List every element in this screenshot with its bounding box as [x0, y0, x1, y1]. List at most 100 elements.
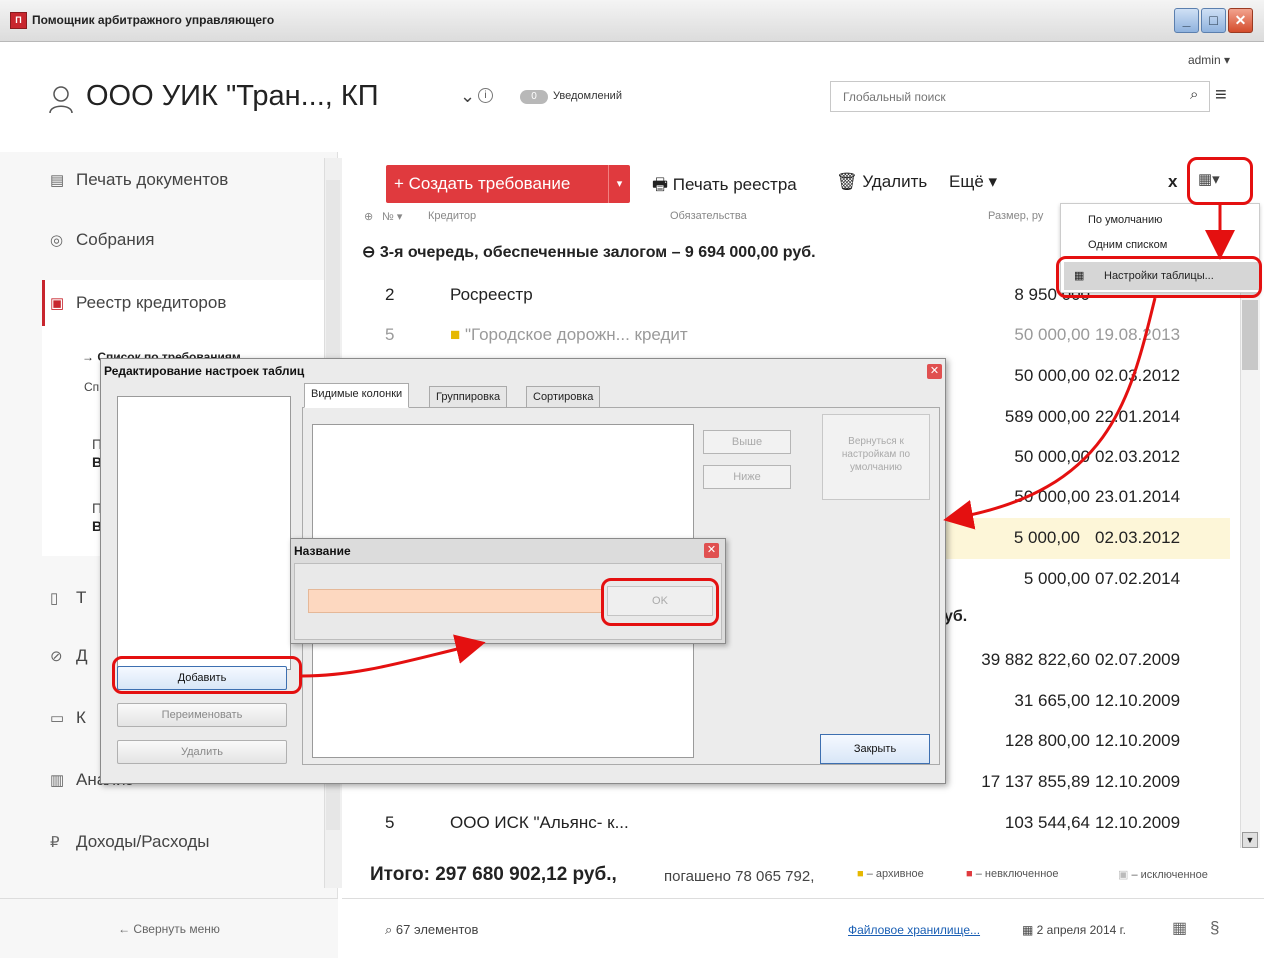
- collapse-group-icon[interactable]: ⊖: [362, 244, 380, 261]
- registry-icon: ▣: [50, 295, 65, 312]
- sidebar-item-label: Реестр кредиторов: [76, 293, 227, 312]
- tab-visible-columns[interactable]: Видимые колонки: [304, 383, 410, 408]
- legend-archive: ■ – архивное: [857, 868, 924, 880]
- cell-amount: 50 000,00: [1014, 447, 1090, 466]
- column-header-creditor[interactable]: Кредитор: [428, 210, 476, 222]
- legend-excluded-label: – исключенное: [1131, 869, 1208, 881]
- chevron-down-icon[interactable]: ⌄: [460, 86, 475, 107]
- notifications-link[interactable]: Уведомлений: [553, 90, 622, 102]
- cell-amount: 50 000,00: [1014, 366, 1090, 385]
- column-header-no[interactable]: № ▾: [382, 210, 402, 223]
- current-date-label: 2 апреля 2014 г.: [1036, 923, 1126, 937]
- group-title: 3-я очередь, обеспеченные залогом – 9 69…: [379, 244, 816, 261]
- cell-no: 5: [385, 813, 395, 832]
- printer-icon: 🖶: [652, 175, 673, 194]
- window-title: Помощник арбитражного управляющего: [32, 13, 275, 27]
- org-title[interactable]: ООО УИК "Тран..., КП: [86, 80, 379, 113]
- move-up-button[interactable]: Выше: [703, 430, 791, 454]
- menu-item-default[interactable]: По умолчанию: [1088, 214, 1162, 226]
- settings-list[interactable]: [117, 396, 291, 670]
- cell-date: 02.03.2012: [1095, 366, 1181, 385]
- sidebar-item-label: Печать документов: [76, 170, 229, 189]
- dialog-close-icon[interactable]: ✕: [927, 364, 942, 379]
- sidebar-item-creditor-registry[interactable]: ▣ Реестр кредиторов: [50, 283, 330, 323]
- rename-button[interactable]: Переименовать: [117, 703, 287, 727]
- not-included-icon: ■: [966, 868, 976, 880]
- legend-archive-label: – архивное: [866, 868, 924, 880]
- create-claim-button[interactable]: + Создать требование ▾: [386, 165, 630, 203]
- excluded-icon: ▣: [1118, 869, 1132, 881]
- search-icon[interactable]: ⌕: [1190, 86, 1198, 103]
- menu-icon[interactable]: ≡: [1215, 84, 1227, 107]
- close-window-button[interactable]: ✕: [1228, 8, 1253, 33]
- cell-date: 19.08.2013: [1095, 325, 1181, 344]
- legend-excluded: ▣ – исключенное: [1118, 868, 1208, 881]
- notification-count-badge[interactable]: 0: [520, 90, 548, 104]
- cell-date: 23.01.2014: [1095, 487, 1181, 506]
- reset-defaults-button[interactable]: Вернуться к настройкам по умолчанию: [822, 414, 930, 500]
- person-icon: [49, 86, 73, 114]
- sidebar-item-label: Д: [76, 646, 88, 665]
- cell-date: 02.07.2009: [1095, 650, 1181, 669]
- sidebar-item-label: Собрания: [76, 230, 155, 249]
- cell-creditor: ООО ИСК "Альянс- к...: [450, 813, 629, 832]
- calendar-icon: ▦: [1022, 923, 1037, 937]
- handshake-icon: ▭: [50, 710, 65, 727]
- export-excel-button[interactable]: x: [1168, 172, 1177, 192]
- minimize-button[interactable]: _: [1174, 8, 1199, 33]
- print-registry-button[interactable]: 🖶 Печать реестра: [652, 172, 797, 201]
- cell-amount: 589 000,00: [1004, 407, 1090, 426]
- move-down-button[interactable]: Ниже: [703, 465, 791, 489]
- file-storage-link[interactable]: Файловое хранилище...: [848, 923, 980, 937]
- delete-setting-button[interactable]: Удалить: [117, 740, 287, 764]
- calculator-icon[interactable]: ▦: [1172, 918, 1187, 938]
- more-button[interactable]: Ещё ▾: [949, 172, 997, 192]
- cell-amount: 39 882 822,60: [981, 650, 1090, 669]
- table-row[interactable]: 5 ООО ИСК "Альянс- к... 103 544,64 12.10.20…: [360, 803, 1240, 844]
- search-icon[interactable]: ⌕: [385, 922, 396, 937]
- sidebar-item-print-documents[interactable]: ▤ Печать документов: [50, 160, 330, 200]
- cell-creditor: Росреестр: [450, 285, 533, 304]
- maximize-button[interactable]: □: [1201, 8, 1226, 33]
- cell-date: 12.10.2009: [1095, 772, 1181, 791]
- tab-sorting[interactable]: Сортировка: [526, 386, 601, 408]
- sidebar-item-income-expenses[interactable]: ₽ Доходы/Расходы: [50, 822, 330, 862]
- tab-grouping[interactable]: Группировка: [429, 386, 508, 408]
- delete-button[interactable]: 🗑 Удалить: [836, 172, 927, 192]
- legend-not-included: ■ – невключенное: [966, 868, 1059, 880]
- close-dialog-button[interactable]: Закрыть: [820, 734, 930, 764]
- submenu-item[interactable]: Сп: [84, 380, 99, 394]
- cell-amount: 31 665,00: [1014, 691, 1090, 710]
- cell-amount: 5 000,00: [1013, 528, 1080, 547]
- delete-label: Удалить: [862, 172, 928, 191]
- cell-no: 5: [385, 325, 395, 344]
- ruble-icon: ₽: [50, 834, 60, 851]
- create-claim-dropdown[interactable]: ▾: [608, 165, 630, 203]
- group-header[interactable]: ⊖ 3-я очередь, обеспеченные залогом – 9 …: [362, 242, 816, 262]
- table-row[interactable]: 5 ■ "Городское дорожн... кредит 50 000,00 1…: [360, 315, 1240, 356]
- scroll-down-arrow[interactable]: ▼: [1242, 832, 1258, 848]
- menu-item-one-list[interactable]: Одним списком: [1088, 239, 1167, 251]
- trash-icon: 🗑: [836, 172, 863, 191]
- law-icon[interactable]: §: [1210, 918, 1219, 938]
- app-icon: П: [10, 12, 27, 29]
- annotation-box-ok: [601, 578, 719, 626]
- name-input[interactable]: [308, 589, 604, 613]
- column-header-obligations[interactable]: Обязательства: [670, 210, 747, 222]
- expand-all-icon[interactable]: ⊕: [364, 210, 373, 223]
- collapse-menu-button[interactable]: ← Свернуть меню: [0, 898, 338, 958]
- cell-date: 07.02.2014: [1095, 569, 1181, 588]
- cell-date: 22.01.2014: [1095, 407, 1181, 426]
- grid-scrollbar-thumb[interactable]: [1242, 300, 1258, 370]
- folder-icon: ■: [450, 325, 465, 344]
- annotation-box-add: [112, 656, 302, 694]
- info-icon[interactable]: i: [478, 88, 493, 103]
- cell-date: 02.03.2012: [1095, 447, 1181, 466]
- sidebar-item-meetings[interactable]: ◎ Собрания: [50, 220, 330, 260]
- element-count: ⌕ 67 элементов: [385, 922, 478, 938]
- user-menu[interactable]: admin ▾: [1188, 53, 1230, 67]
- name-dialog-close-icon[interactable]: ✕: [704, 543, 719, 558]
- document-icon: ▤: [50, 172, 65, 189]
- column-header-size[interactable]: Размер, ру: [988, 210, 1043, 222]
- global-search-input[interactable]: [830, 81, 1210, 112]
